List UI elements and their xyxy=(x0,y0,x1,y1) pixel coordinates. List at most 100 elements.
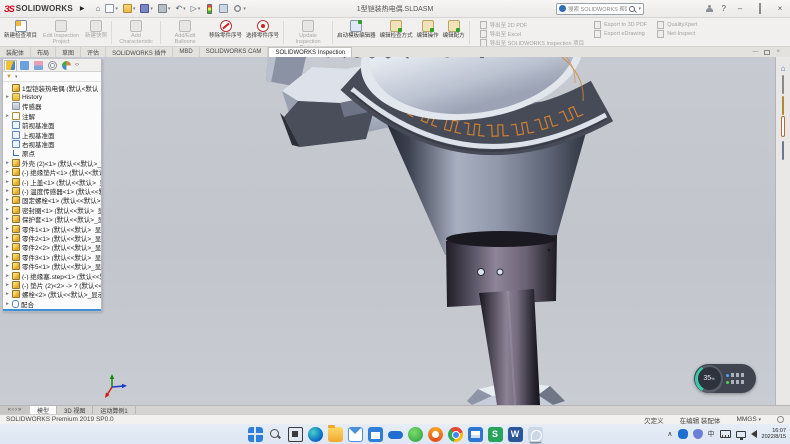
tree-item[interactable]: ▸ (-) 绝缘塞.step<1> (默认<<默认> xyxy=(3,271,101,280)
ribbon-tab-3[interactable]: 评估 xyxy=(81,47,106,57)
unit-system[interactable]: MMGS ▾ xyxy=(736,416,761,423)
print-button[interactable]: ▾ xyxy=(156,3,173,14)
export-button[interactable]: 导出至 2D PDF xyxy=(480,21,584,29)
tree-item[interactable]: 右视基准面 xyxy=(3,139,101,148)
minimize-button[interactable]: – xyxy=(734,4,746,13)
panel-tab-dimxpertmanager[interactable] xyxy=(46,60,59,71)
search-input[interactable]: 搜索 SOLIDWORKS 帮助 ▾ xyxy=(556,3,644,15)
expand-arrow-icon[interactable]: ▸ xyxy=(5,207,10,213)
doc-close-icon[interactable]: × xyxy=(776,49,780,55)
panel-tab-propertymanager[interactable] xyxy=(18,60,31,71)
taskbar-app-blue-book-icon[interactable] xyxy=(468,427,483,442)
taskbar-word-icon[interactable]: W xyxy=(508,427,523,442)
panel-tab-featuremanager[interactable] xyxy=(4,60,17,71)
tree-item[interactable]: ▸ 注解 xyxy=(3,111,101,120)
ribbon-tab-7[interactable]: SOLIDWORKS Inspection xyxy=(268,47,352,57)
panel-tab-configurationmanager[interactable] xyxy=(32,60,45,71)
tree-item[interactable]: 传感器 xyxy=(3,102,101,111)
taskbar-app-green-icon[interactable] xyxy=(408,427,423,442)
doc-minimize-icon[interactable]: — xyxy=(752,49,758,55)
zoom-overlay-widget[interactable]: 35% xyxy=(694,364,756,393)
previous-view-button[interactable] xyxy=(350,57,363,60)
export-button[interactable]: QualityXpert xyxy=(657,21,697,29)
ribbon-tab-2[interactable]: 草图 xyxy=(56,47,81,57)
ime-language-indicator[interactable]: 中 xyxy=(708,429,715,439)
custom-properties-tab[interactable] xyxy=(782,142,784,160)
panel-tab-overflow-icon[interactable]: ‹› xyxy=(75,62,79,68)
ribbon-button-launch-template-editor[interactable]: 启动模板编辑器 xyxy=(335,19,378,46)
expand-arrow-icon[interactable]: ▸ xyxy=(5,244,10,250)
ribbon-button-edit-recipe[interactable]: 编辑配方 xyxy=(441,19,467,46)
apply-scene-button[interactable]: ▾ xyxy=(457,57,474,60)
taskbar-search-icon[interactable] xyxy=(268,427,283,442)
search-caret-icon[interactable]: ▾ xyxy=(638,6,641,12)
tray-onedrive-icon[interactable] xyxy=(678,429,688,439)
tree-item[interactable]: ▸ 零件2<1> (默认<<默认>_显示状 xyxy=(3,233,101,242)
ribbon-button-update-inspection-project[interactable]: Update Inspection Project xyxy=(286,19,330,46)
taskbar-edge-icon[interactable] xyxy=(308,427,323,442)
expand-arrow-icon[interactable]: ▸ xyxy=(5,169,10,175)
view-orientation-button[interactable]: ▾ xyxy=(382,57,399,60)
expand-arrow-icon[interactable]: ▸ xyxy=(5,291,10,297)
tree-item[interactable]: 原点 xyxy=(3,149,101,158)
ribbon-button-add-characteristic[interactable]: Add Characteristic xyxy=(114,19,158,46)
taskbar-onedrive-icon[interactable] xyxy=(388,427,403,442)
expand-arrow-icon[interactable]: ▸ xyxy=(5,216,10,222)
taskbar-clock[interactable]: 16:07 2022/8/15 xyxy=(762,428,786,441)
undo-button[interactable]: ↶▾ xyxy=(173,4,187,14)
filter-caret-icon[interactable]: ▾ xyxy=(15,74,18,80)
export-button[interactable]: Export eDrawing xyxy=(594,30,647,38)
zoom-level-knob[interactable]: 35% xyxy=(698,367,721,390)
tree-item[interactable]: ▸ 螺栓<2> (默认<<默认>_显示状态 xyxy=(3,290,101,299)
tree-item[interactable]: ▸ 零件2<2> (默认<<默认>_显示状 xyxy=(3,243,101,252)
status-tag-icon[interactable] xyxy=(777,416,784,423)
panel-tab-displaymanager[interactable] xyxy=(60,60,73,71)
taskbar-mail-icon[interactable] xyxy=(348,427,363,442)
expand-arrow-icon[interactable]: ▸ xyxy=(5,273,10,279)
file-explorer-tab[interactable] xyxy=(782,97,784,115)
home-button[interactable]: ⌂ xyxy=(94,4,103,14)
taskbar-store-icon[interactable] xyxy=(368,427,383,442)
tree-item[interactable]: ▸ History xyxy=(3,92,101,101)
ribbon-tab-0[interactable]: 装配体 xyxy=(0,47,31,57)
expand-arrow-icon[interactable]: ▸ xyxy=(5,179,10,185)
taskbar-app-orange-icon[interactable] xyxy=(428,427,443,442)
tree-item[interactable]: ▸ 密封圈<1> (默认<<默认>_显示状 xyxy=(3,205,101,214)
taskbar-wps-icon[interactable]: S xyxy=(488,427,503,442)
expand-arrow-icon[interactable]: ▸ xyxy=(5,188,10,194)
view-palette-tab[interactable] xyxy=(782,118,784,136)
ribbon-button-new-snapshot[interactable]: 新建快照 xyxy=(83,19,109,46)
tree-item[interactable]: ▸ 零件1<1> (默认<<默认>_显示状态 xyxy=(3,224,101,233)
tree-filter-bar[interactable]: ▼ ▾ xyxy=(3,72,101,82)
user-account-icon[interactable] xyxy=(706,5,714,13)
ribbon-button-remove-balloons[interactable]: 移除零件序号 xyxy=(207,19,244,46)
ribbon-button-select-balloons[interactable]: 选择零件序号 xyxy=(244,19,281,46)
expand-arrow-icon[interactable]: ▸ xyxy=(5,94,10,100)
ribbon-tab-4[interactable]: SOLIDWORKS 插件 xyxy=(106,47,173,57)
ribbon-button-edit-inspection-methods[interactable]: 编辑检查方式 xyxy=(378,19,415,46)
search-icon[interactable] xyxy=(629,6,635,12)
taskbar-solidworks-icon[interactable] xyxy=(528,427,543,442)
expand-arrow-icon[interactable]: ▸ xyxy=(5,113,10,119)
3d-model-thermocouple[interactable] xyxy=(0,57,790,405)
taskbar-chrome-icon[interactable] xyxy=(448,427,463,442)
zoom-to-fit-button[interactable] xyxy=(318,57,331,60)
expand-arrow-icon[interactable]: ▸ xyxy=(5,254,10,260)
select-button[interactable]: ▷▾ xyxy=(189,4,203,14)
ribbon-tab-5[interactable]: MBD xyxy=(173,47,199,57)
tree-item[interactable]: ▸ (-) 上盖<1> (默认<<默认>_显示状 xyxy=(3,177,101,186)
tray-chevron-up-icon[interactable]: ∧ xyxy=(667,430,672,438)
expand-arrow-icon[interactable]: ▸ xyxy=(5,301,10,307)
expand-arrow-icon[interactable]: ▸ xyxy=(5,197,10,203)
doc-restore-icon[interactable] xyxy=(764,50,770,55)
tree-item[interactable]: ▸ 保护套<1> (默认<<默认>_显示状 xyxy=(3,214,101,223)
tree-item[interactable]: ▸ (-) 绝缘垫片<1> (默认<<默认>_显示 xyxy=(3,168,101,177)
expand-arrow-icon[interactable]: ▸ xyxy=(5,235,10,241)
tree-item[interactable]: ▸ 配合 xyxy=(3,299,101,308)
export-button[interactable]: Export to 3D PDF xyxy=(594,21,647,29)
expand-arrow-icon[interactable]: ▸ xyxy=(5,160,10,166)
ribbon-tab-1[interactable]: 布局 xyxy=(31,47,56,57)
save-button[interactable]: ▾ xyxy=(138,3,155,14)
zoom-to-area-button[interactable] xyxy=(334,57,347,60)
menu-expand-icon[interactable]: ▶ xyxy=(80,5,85,12)
